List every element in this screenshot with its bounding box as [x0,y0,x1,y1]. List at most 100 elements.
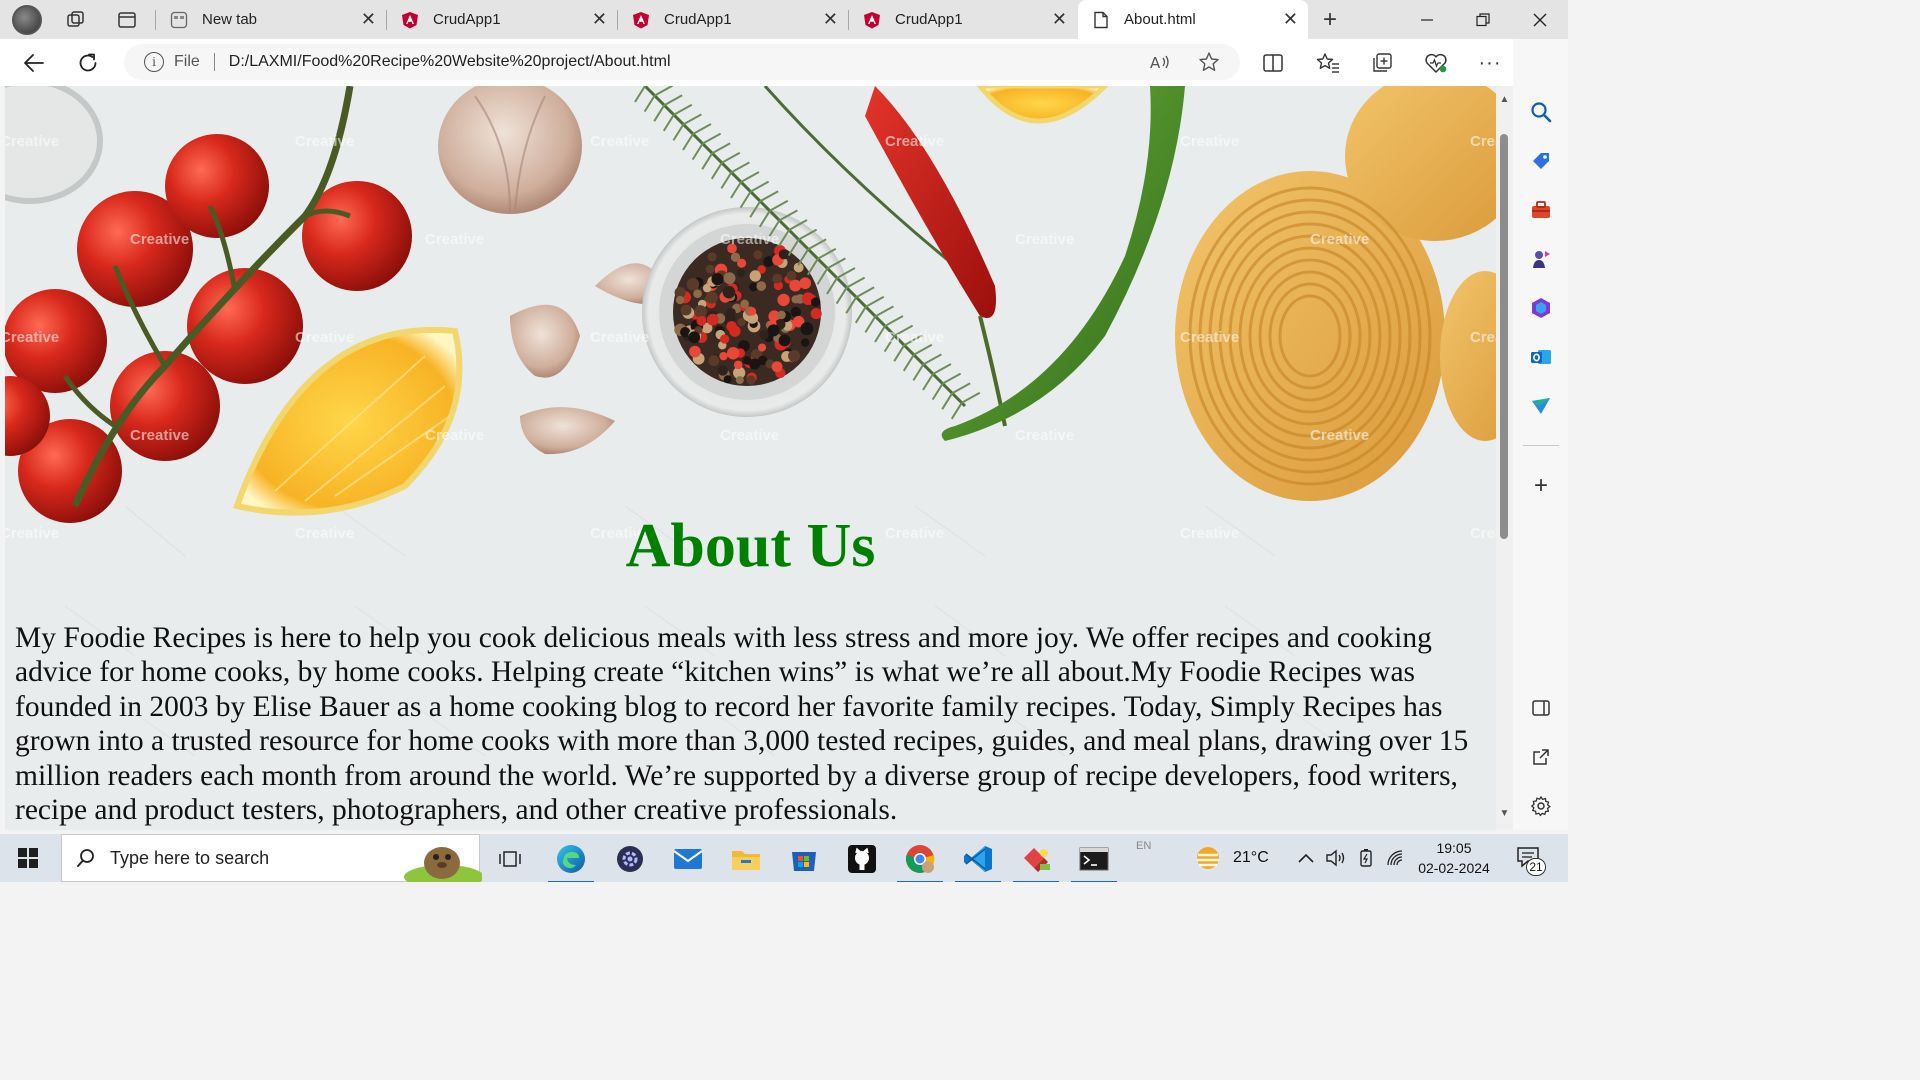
page-viewport: Creative Creative Creative Creative Creative… [5,86,1496,830]
watermark-text: Creative [1015,427,1074,444]
weather-icon [1197,847,1219,869]
speaker-icon[interactable] [1325,834,1347,882]
close-window-icon[interactable] [1517,6,1563,34]
chevron-up-icon[interactable] [1297,834,1315,882]
search-highlight-icon [404,847,482,882]
watermark-text: Creative [1310,427,1369,444]
browser-toolbar: i File D:/LAXMI/Food%20Recipe%20Website%… [0,39,1568,86]
page-scrollbar[interactable]: ▲ ▼ [1496,86,1513,830]
battery-icon[interactable] [1357,834,1375,882]
tab-crudapp1[interactable]: CrudApp1 ✕ [849,4,1077,35]
close-icon[interactable]: ✕ [823,9,838,30]
info-icon[interactable]: i [144,52,164,72]
watermark-text: Creative [295,133,354,150]
tab-about-html[interactable]: About.html ✕ [1078,0,1308,39]
svg-text:A: A [1150,54,1161,72]
github-icon[interactable] [845,842,879,876]
send-icon[interactable] [1528,393,1554,419]
settings-app-icon[interactable] [613,842,647,876]
back-icon[interactable] [20,49,48,77]
watermark-text: Creative [130,427,189,444]
weather-widget[interactable]: 21°C [1193,834,1269,882]
split-screen-icon[interactable] [1259,49,1287,77]
watermark-text: Creative [425,231,484,248]
file-explorer-icon[interactable] [729,842,763,876]
minimize-icon[interactable] [1404,6,1450,34]
layout-icon[interactable] [1528,695,1554,721]
office-icon[interactable] [1528,295,1554,321]
newtab-icon [170,11,188,29]
input-language[interactable]: EN [1136,840,1151,852]
workspaces-icon[interactable] [64,8,88,32]
temperature-text: 21°C [1233,849,1269,866]
edge-icon[interactable] [548,842,594,882]
file-icon [1092,11,1110,29]
tab-crudapp1[interactable]: CrudApp1 ✕ [387,4,617,35]
scroll-thumb[interactable] [1500,134,1508,539]
watermark-text: Creative [885,329,944,346]
sidebar-divider [1523,445,1559,446]
vertical-tabs-icon[interactable] [115,8,139,32]
scheme-label: File [174,53,200,70]
close-icon[interactable]: ✕ [592,9,607,30]
watermark-text: Creative [1470,133,1496,150]
close-icon[interactable]: ✕ [1052,9,1067,30]
tab-title: CrudApp1 [895,11,963,28]
tab-title: New tab [202,11,258,28]
add-icon[interactable]: + [1528,472,1554,499]
browser-essentials-icon[interactable] [1422,49,1450,77]
tab-new-tab[interactable]: New tab ✕ [156,4,386,35]
vscode-icon[interactable] [955,842,1001,882]
mail-icon[interactable] [671,842,705,876]
close-icon[interactable]: ✕ [361,9,376,30]
watermark-text: Creative [5,133,59,150]
clock-time: 19:05 [1436,840,1472,856]
tab-crudapp1[interactable]: CrudApp1 ✕ [618,4,848,35]
search-icon[interactable] [1528,99,1554,125]
scroll-up-icon[interactable]: ▲ [1499,94,1510,105]
watermark-text: Creative [720,427,779,444]
new-tab-button[interactable]: + [1318,6,1342,33]
angular-icon [632,11,650,29]
app-icon[interactable] [1013,842,1059,882]
watermark-text: Creative [1015,231,1074,248]
external-link-icon[interactable] [1528,744,1554,770]
tag-icon[interactable] [1528,148,1554,174]
task-view-icon[interactable] [493,842,527,876]
close-icon[interactable]: ✕ [1283,9,1298,30]
address-divider [213,53,215,71]
favorites-icon[interactable] [1314,49,1342,77]
watermark-text: Creative [720,231,779,248]
watermark-text: Creative [590,133,649,150]
address-bar[interactable]: i File D:/LAXMI/Food%20Recipe%20Website%… [124,44,1240,80]
search-icon [77,849,94,867]
watermark-text: Creative [1180,329,1239,346]
more-options-icon[interactable]: ··· [1476,49,1504,77]
watermark-text: Creative [1310,231,1369,248]
outlook-icon[interactable] [1528,344,1554,370]
notification-count: 21 [1526,858,1546,876]
read-aloud-icon[interactable]: A [1148,50,1172,74]
angular-icon [863,11,881,29]
settings-icon[interactable] [1528,793,1554,819]
collections-icon[interactable] [1368,49,1396,77]
watermark-text: Creative [590,329,649,346]
url-text[interactable]: D:/LAXMI/Food%20Recipe%20Website%20proje… [229,53,671,71]
tab-strip: New tab ✕ CrudApp1 ✕ CrudApp1 ✕ CrudApp1 [0,0,1568,39]
terminal-icon[interactable] [1071,842,1117,882]
scroll-down-icon[interactable]: ▼ [1499,808,1510,819]
games-icon[interactable] [1528,246,1554,272]
watermark-text: Creative [885,133,944,150]
restore-icon[interactable] [1460,6,1506,34]
store-icon[interactable] [787,842,821,876]
clock-date: 02-02-2024 [1418,860,1490,876]
refresh-icon[interactable] [74,49,102,77]
start-button[interactable] [18,848,38,868]
profile-avatar[interactable] [12,5,42,35]
wifi-icon[interactable] [1385,834,1407,882]
favorite-star-icon[interactable] [1197,50,1221,74]
chrome-icon[interactable] [897,842,943,882]
toolbox-icon[interactable] [1528,197,1554,223]
taskbar-search[interactable]: Type here to search [61,834,482,882]
system-clock[interactable]: 19:05 02-02-2024 [1412,838,1496,878]
